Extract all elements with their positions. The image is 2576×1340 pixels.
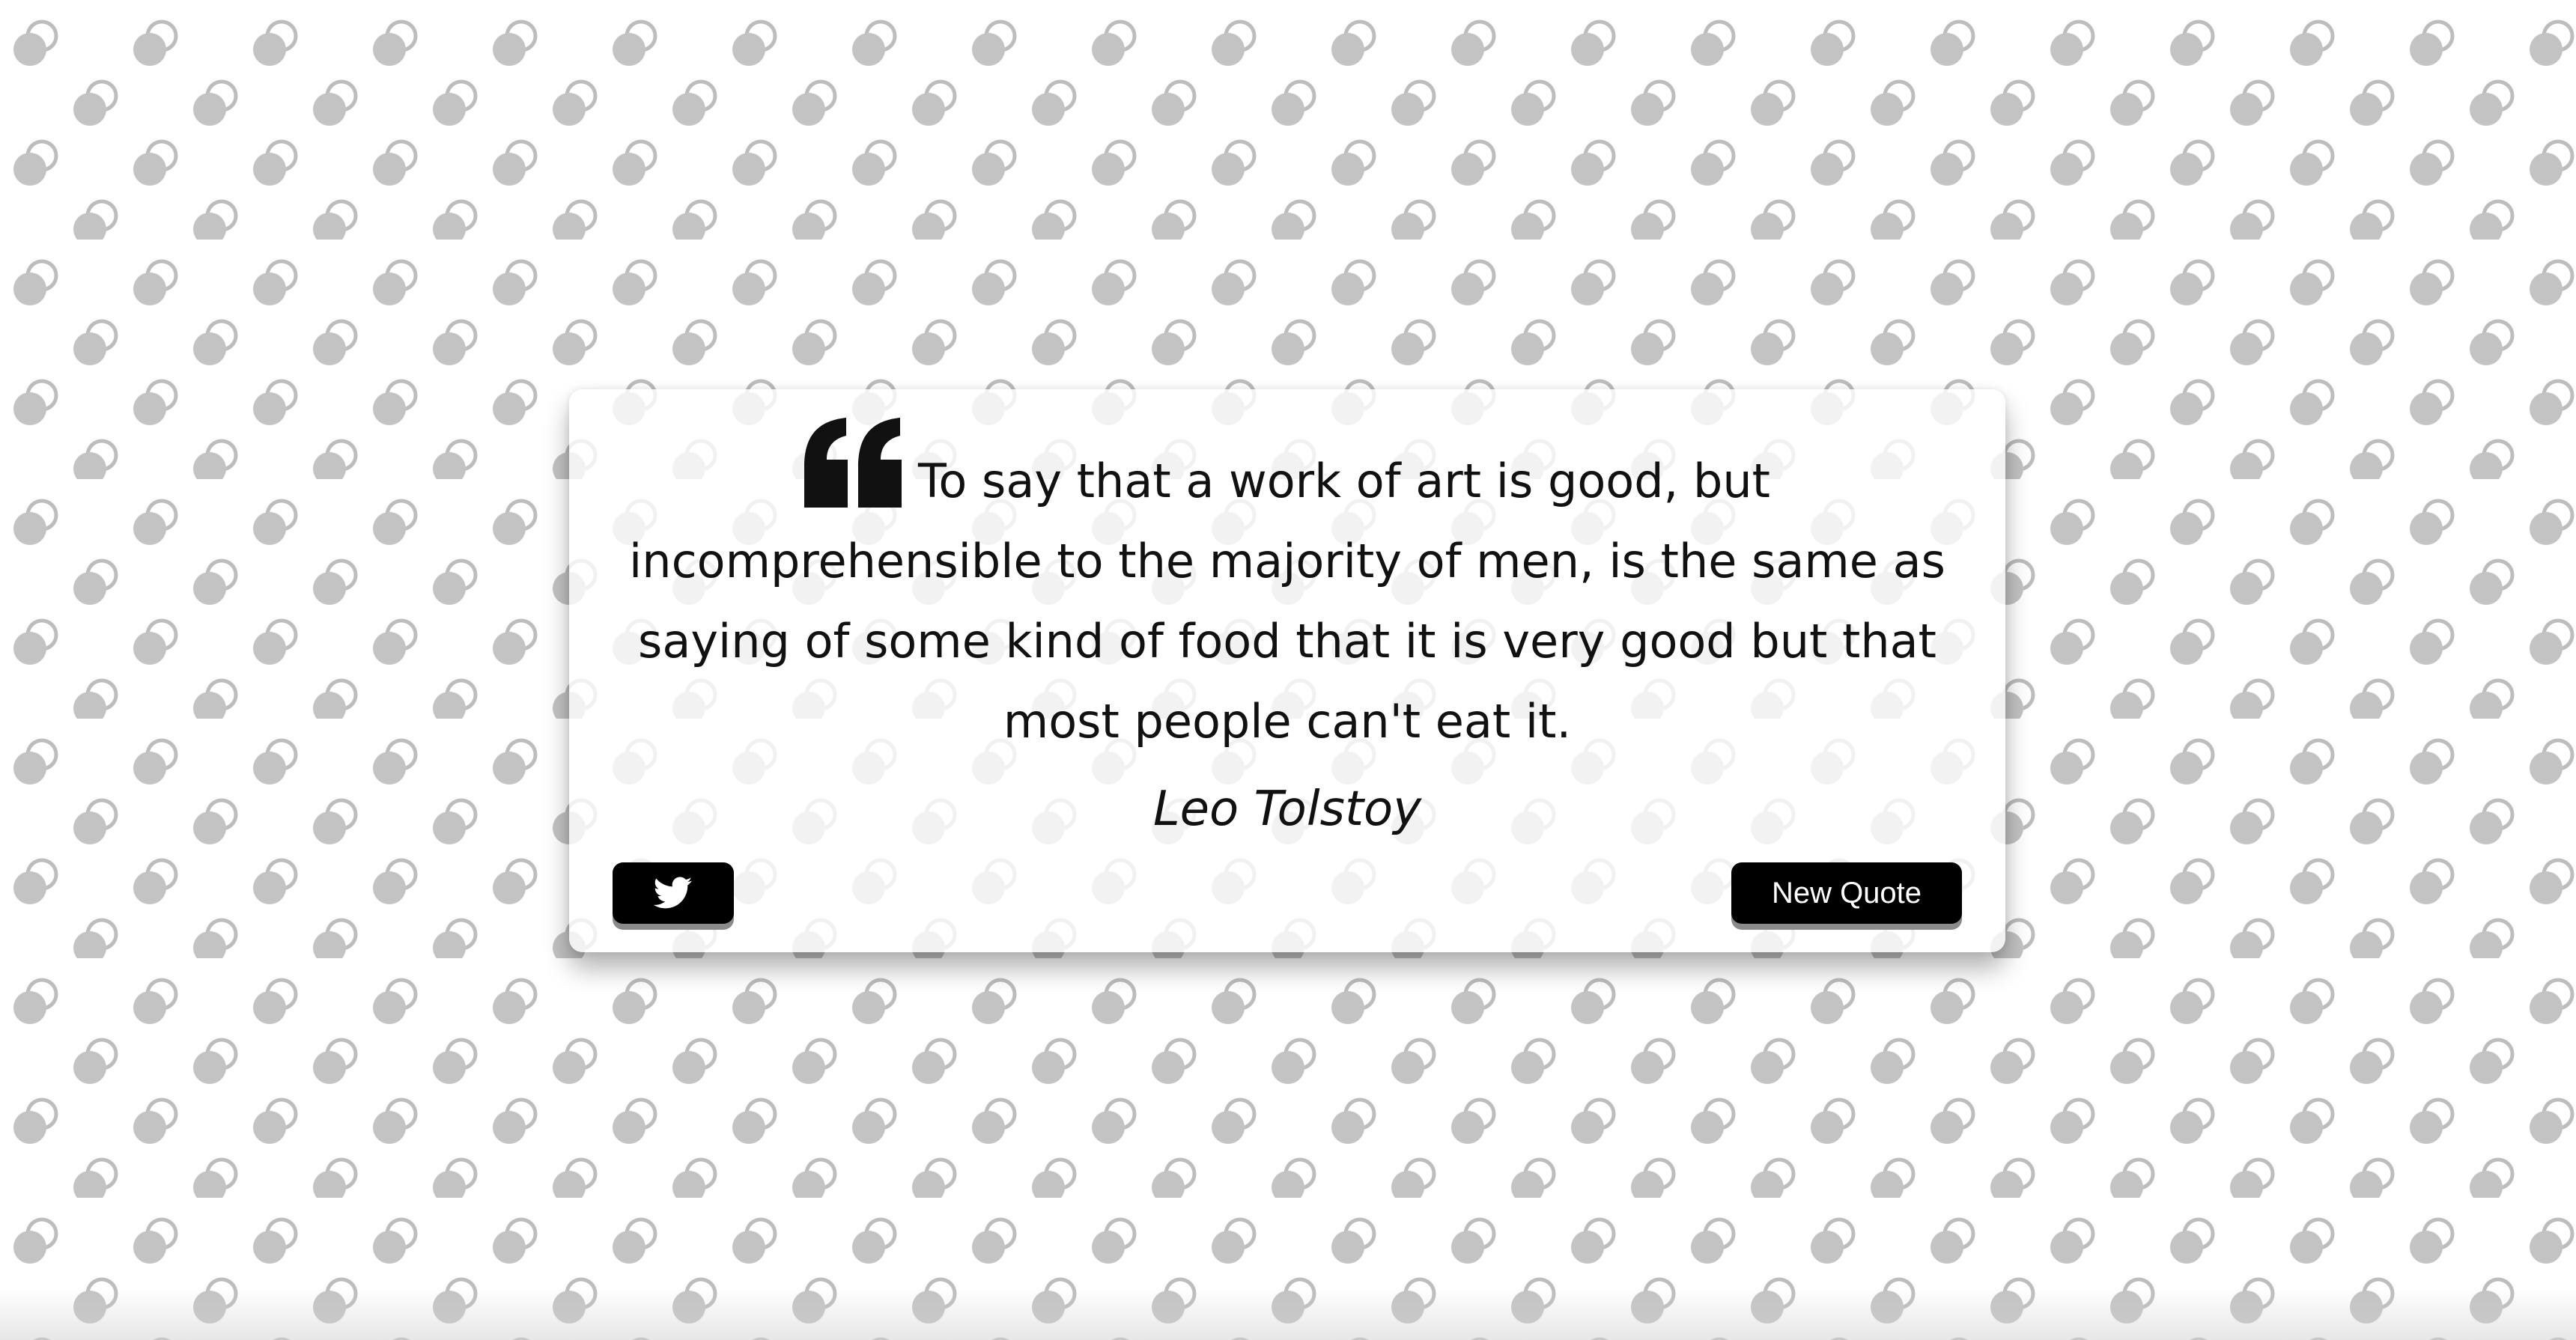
quote-text-container: To say that a work of art is good, but i… xyxy=(607,418,1968,761)
quote-author: Leo Tolstoy xyxy=(1152,782,1422,837)
new-quote-button[interactable]: New Quote xyxy=(1731,862,1962,924)
tweet-button[interactable] xyxy=(613,862,734,924)
quote-left-icon xyxy=(804,418,903,508)
quote-box: To say that a work of art is good, but i… xyxy=(569,389,2005,952)
twitter-icon xyxy=(654,877,693,910)
